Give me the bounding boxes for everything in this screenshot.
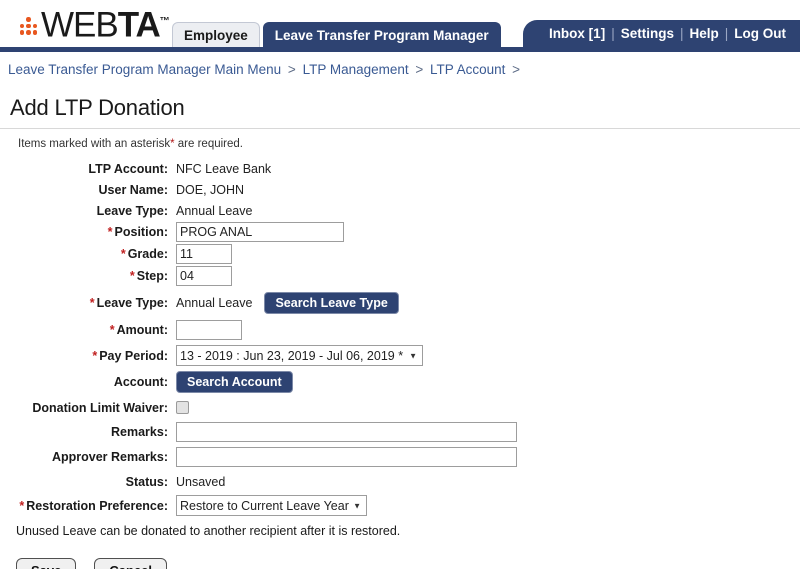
pay-period-select-wrap: 13 - 2019 : Jun 23, 2019 - Jul 06, 2019 …	[176, 345, 423, 366]
grade-label: * Grade:	[0, 247, 176, 261]
position-label-text: Position:	[114, 225, 168, 239]
grade-input[interactable]	[176, 244, 232, 264]
pay-period-select[interactable]: 13 - 2019 : Jun 23, 2019 - Jul 06, 2019 …	[176, 345, 423, 366]
leave-type-readonly-label: Leave Type:	[96, 203, 168, 218]
grade-label-text: Grade:	[127, 247, 168, 261]
logo-text-web: WEB	[41, 6, 119, 45]
restoration-preference-required-asterisk: *	[19, 498, 25, 513]
row-ltp-account: LTP Account: NFC Leave Bank	[0, 159, 800, 178]
donation-limit-waiver-checkbox[interactable]	[176, 401, 189, 414]
row-donation-limit-waiver: Donation Limit Waiver:	[0, 398, 800, 417]
tab-employee-label: Employee	[184, 27, 248, 43]
breadcrumb-item-ltp-management[interactable]: LTP Management	[303, 62, 409, 77]
remarks-label: Remarks:	[111, 425, 168, 439]
status-value: Unsaved	[176, 474, 226, 489]
step-required-asterisk: *	[129, 269, 135, 283]
position-required-asterisk: *	[107, 225, 113, 239]
utility-nav: Inbox [1] | Settings | Help | Log Out	[522, 20, 800, 47]
status-label: Status:	[125, 474, 168, 489]
breadcrumb-separator-1: >	[287, 62, 296, 77]
leave-type-label-text: Leave Type:	[96, 296, 168, 310]
row-restoration-preference: * Restoration Preference: Restore to Curr…	[0, 495, 800, 516]
remarks-input[interactable]	[176, 422, 517, 442]
step-label: * Step:	[0, 269, 176, 283]
breadcrumb-separator-3: >	[512, 62, 521, 77]
search-leave-type-button[interactable]: Search Leave Type	[264, 292, 399, 314]
trademark-icon: ™	[159, 16, 170, 28]
title-divider	[0, 128, 800, 129]
save-button[interactable]: Save	[16, 558, 77, 569]
app-header: WEBTA™ Employee Leave Transfer Program M…	[0, 0, 800, 52]
restoration-preference-label: * Restoration Preference:	[0, 499, 176, 513]
row-leave-type: * Leave Type: Annual Leave Search Leave T…	[0, 292, 800, 314]
log-out-link[interactable]: Log Out	[734, 26, 786, 41]
user-name-label: User Name:	[98, 182, 168, 197]
logo-wordmark: WEBTA™	[41, 4, 170, 44]
restoration-preference-label-text: Restoration Preference:	[26, 498, 168, 513]
inbox-link[interactable]: Inbox [1]	[549, 26, 605, 41]
row-user-name: User Name: DOE, JOHN	[0, 180, 800, 199]
tab-leave-transfer-program-manager[interactable]: Leave Transfer Program Manager	[262, 22, 501, 47]
breadcrumb-separator-2: >	[415, 62, 424, 77]
help-link[interactable]: Help	[689, 26, 718, 41]
step-input[interactable]	[176, 266, 232, 286]
restoration-preference-select[interactable]: Restore to Current Leave Year	[176, 495, 367, 516]
form-actions: Save Cancel	[16, 558, 800, 569]
row-leave-type-readonly: Leave Type: Annual Leave	[0, 201, 800, 220]
row-grade: * Grade:	[0, 244, 800, 264]
restoration-preference-select-wrap: Restore to Current Leave Year ▼	[176, 495, 367, 516]
add-ltp-donation-form: LTP Account: NFC Leave Bank User Name: D…	[0, 159, 800, 569]
logo-text-ta: TA	[117, 6, 161, 45]
leave-type-label: * Leave Type:	[0, 296, 176, 310]
row-remarks: Remarks:	[0, 422, 800, 442]
utilnav-separator-3: |	[724, 26, 729, 41]
tab-employee[interactable]: Employee	[172, 22, 260, 47]
amount-input[interactable]	[176, 320, 242, 340]
primary-tabs: Employee Leave Transfer Program Manager	[172, 20, 504, 47]
user-name-value: DOE, JOHN	[176, 182, 245, 197]
pay-period-label-text: Pay Period:	[99, 348, 168, 363]
row-step: * Step:	[0, 266, 800, 286]
utilnav-separator-2: |	[679, 26, 684, 41]
tab-leave-transfer-program-manager-label: Leave Transfer Program Manager	[274, 27, 489, 43]
position-label: * Position:	[0, 225, 176, 239]
row-status: Status: Unsaved	[0, 472, 800, 491]
ltp-account-label: LTP Account:	[88, 161, 168, 176]
settings-link[interactable]: Settings	[621, 26, 674, 41]
breadcrumb-item-ltp-account[interactable]: LTP Account	[430, 62, 505, 77]
approver-remarks-label: Approver Remarks:	[51, 450, 168, 464]
leave-type-readonly-value: Annual Leave	[176, 203, 253, 218]
utilnav-separator-1: |	[611, 26, 615, 41]
logo-dots-icon	[18, 17, 40, 39]
leave-type-value: Annual Leave	[176, 296, 253, 310]
required-note-prefix: Items marked with an asterisk	[18, 138, 171, 150]
row-account: Account: Search Account	[0, 371, 800, 393]
donation-limit-waiver-label: Donation Limit Waiver:	[32, 400, 168, 415]
breadcrumb-item-main-menu[interactable]: Leave Transfer Program Manager Main Menu	[8, 62, 281, 77]
grade-required-asterisk: *	[120, 247, 126, 261]
required-fields-note: Items marked with an asterisk* are requi…	[18, 138, 800, 150]
row-approver-remarks: Approver Remarks:	[0, 447, 800, 467]
leave-type-required-asterisk: *	[89, 296, 95, 310]
step-label-text: Step:	[136, 269, 168, 283]
cancel-button[interactable]: Cancel	[94, 558, 168, 569]
position-input[interactable]	[176, 222, 344, 242]
page-title: Add LTP Donation	[10, 95, 185, 120]
row-amount: * Amount:	[0, 320, 800, 340]
search-account-button[interactable]: Search Account	[176, 371, 293, 393]
row-position: * Position:	[0, 222, 800, 242]
breadcrumb: Leave Transfer Program Manager Main Menu…	[0, 52, 800, 77]
pay-period-label: * Pay Period:	[0, 349, 176, 363]
amount-label: * Amount:	[0, 323, 176, 337]
amount-label-text: Amount:	[116, 323, 168, 337]
account-label: Account:	[113, 375, 168, 389]
webta-logo: WEBTA™	[18, 6, 170, 44]
amount-required-asterisk: *	[109, 323, 115, 337]
row-pay-period: * Pay Period: 13 - 2019 : Jun 23, 2019 - …	[0, 345, 800, 366]
required-note-suffix: are required.	[174, 138, 243, 150]
pay-period-required-asterisk: *	[92, 348, 98, 363]
restoration-note: Unused Leave can be donated to another r…	[16, 524, 401, 538]
ltp-account-value: NFC Leave Bank	[176, 161, 272, 176]
approver-remarks-input[interactable]	[176, 447, 517, 467]
